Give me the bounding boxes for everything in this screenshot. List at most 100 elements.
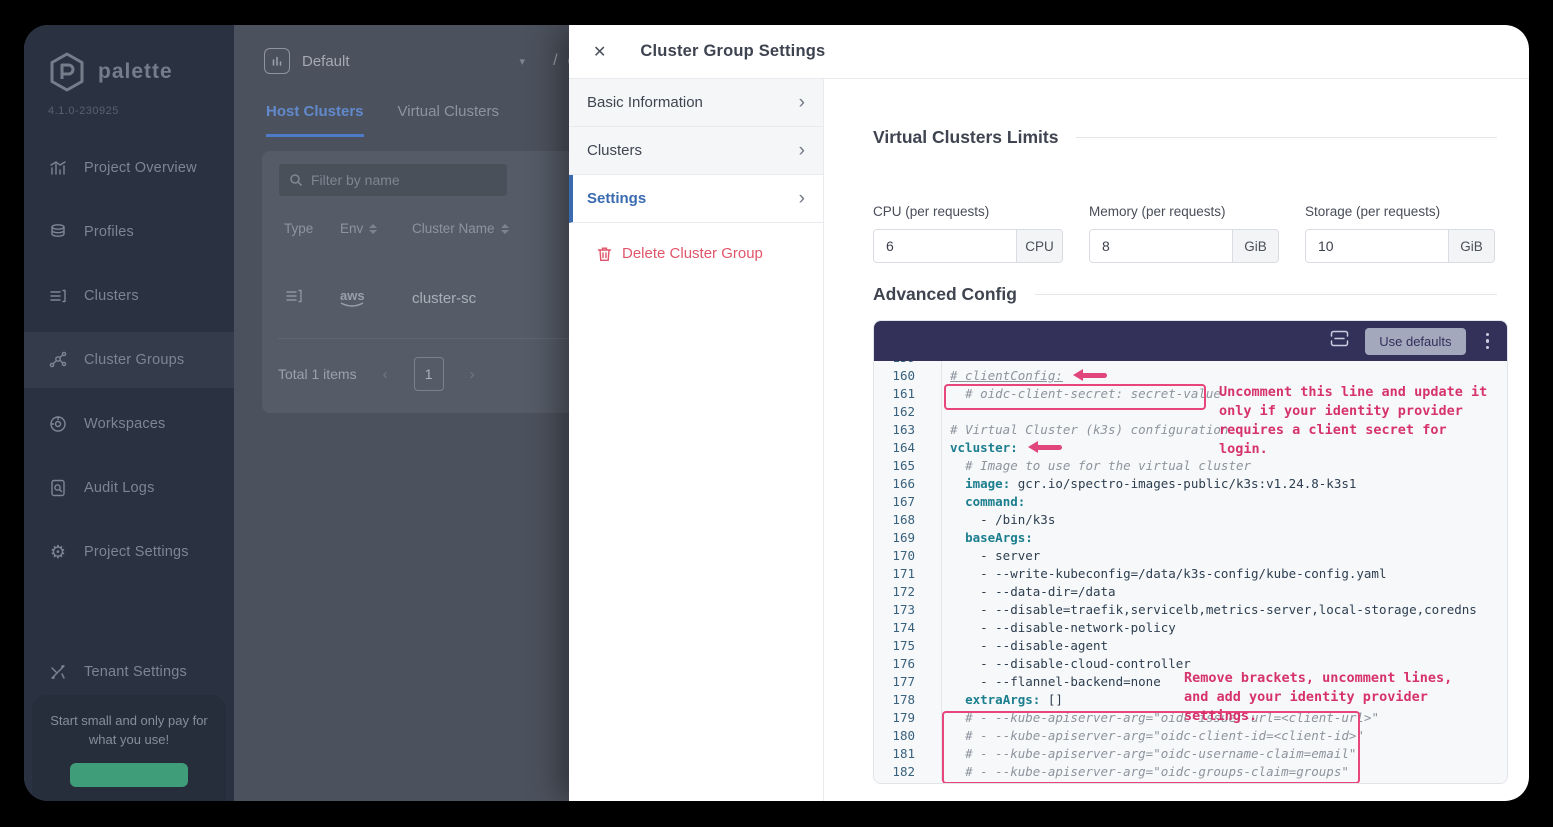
code-line-168: 168 - /bin/k3s	[874, 511, 1507, 529]
split-view-icon[interactable]	[1330, 330, 1349, 352]
code-line-172: 172 - --data-dir=/data	[874, 583, 1507, 601]
chart-icon	[48, 158, 68, 178]
next-page-icon[interactable]: ›	[470, 366, 475, 383]
field-cpu: CPU (per requests) CPU	[873, 204, 1063, 263]
promo-text: Start small and only pay for what you us…	[46, 711, 212, 749]
page-number[interactable]: 1	[414, 357, 444, 391]
total-items: Total 1 items	[278, 366, 357, 382]
project-icon	[264, 48, 290, 74]
modal-title: Cluster Group Settings	[640, 42, 825, 61]
search-icon	[289, 173, 303, 187]
line-number: 174	[874, 619, 942, 637]
field-label: Memory (per requests)	[1089, 204, 1279, 219]
col-env[interactable]: Env	[340, 221, 412, 236]
sidebar-item-profiles[interactable]: Profiles	[24, 204, 234, 260]
unit-label: GiB	[1232, 230, 1278, 262]
close-icon[interactable]	[593, 42, 606, 62]
unit-label: GiB	[1448, 230, 1494, 262]
layers-icon	[48, 222, 68, 242]
line-number: 178	[874, 691, 942, 709]
cpu-input[interactable]	[874, 230, 1016, 262]
pink-arrow-icon	[1073, 369, 1109, 381]
logo: palette	[46, 51, 173, 93]
sidebar-item-workspaces[interactable]: Workspaces	[24, 396, 234, 452]
tab-host-clusters[interactable]: Host Clusters	[266, 103, 364, 137]
cluster-type-icon	[278, 286, 340, 311]
code-line-166: 166 image: gcr.io/spectro-images-public/…	[874, 475, 1507, 493]
code-line-180: 180 # - --kube-apiserver-arg="oidc-clien…	[874, 727, 1507, 745]
sidebar-item-label: Workspaces	[84, 416, 166, 432]
chevron-right-icon	[799, 140, 805, 162]
col-type[interactable]: Type	[278, 221, 340, 236]
limit-fields: CPU (per requests) CPU Memory (per request…	[873, 204, 1497, 263]
prev-page-icon[interactable]: ‹	[383, 366, 388, 383]
memory-input[interactable]	[1090, 230, 1232, 262]
unit-label: CPU	[1016, 230, 1062, 262]
chevron-right-icon	[799, 92, 805, 114]
kebab-menu-icon[interactable]	[1482, 331, 1494, 352]
divider	[1035, 294, 1497, 295]
line-number: 161	[874, 385, 942, 403]
line-number: 160	[874, 367, 942, 385]
tab-virtual-clusters[interactable]: Virtual Clusters	[398, 103, 499, 137]
gear-icon: ⚙	[48, 542, 68, 562]
limits-heading: Virtual Clusters Limits	[873, 127, 1058, 148]
upgrade-button[interactable]	[70, 763, 188, 787]
use-defaults-button[interactable]: Use defaults	[1365, 328, 1465, 355]
sidebar-item-label: Project Settings	[84, 544, 189, 560]
col-cluster-name[interactable]: Cluster Name	[412, 221, 530, 236]
sidebar-item-clusters[interactable]: Clusters	[24, 268, 234, 324]
app-name: palette	[98, 60, 173, 84]
line-number: 171	[874, 565, 942, 583]
field-label: Storage (per requests)	[1305, 204, 1495, 219]
storage-input[interactable]	[1306, 230, 1448, 262]
editor-toolbar: Use defaults	[874, 321, 1507, 361]
line-number: 166	[874, 475, 942, 493]
line-number: 177	[874, 673, 942, 691]
sidebar-menu: Project Overview Profiles Clusters Cluster …	[24, 140, 234, 708]
sidebar-item-audit-logs[interactable]: Audit Logs	[24, 460, 234, 516]
annotation-client-secret: Uncomment this line and update it only i…	[1219, 383, 1501, 459]
trash-icon	[597, 246, 612, 262]
sort-icon	[501, 224, 509, 234]
nav-item-label: Settings	[587, 190, 646, 207]
sidebar-item-project-settings[interactable]: ⚙ Project Settings	[24, 524, 234, 580]
code-line-173: 173 - --disable=traefik,servicelb,metric…	[874, 601, 1507, 619]
modal-nav-items: Basic Information Clusters Settings	[569, 79, 823, 223]
modal-nav: Basic Information Clusters Settings Delete…	[569, 79, 824, 801]
pink-arrow-icon	[1028, 441, 1064, 453]
line-number: 163	[874, 421, 942, 439]
project-selector[interactable]: Default	[264, 48, 350, 74]
aws-logo-icon: aws	[340, 289, 412, 308]
app-window: palette 4.1.0-230925 Project OverviewPro…	[24, 25, 1529, 801]
code-line-165: 165 # Image to use for the virtual clust…	[874, 457, 1507, 475]
modal-nav-clusters[interactable]: Clusters	[569, 127, 823, 175]
delete-cluster-group-button[interactable]: Delete Cluster Group	[569, 245, 823, 262]
sidebar-item-cluster-groups[interactable]: Cluster Groups	[24, 332, 234, 388]
project-name: Default	[302, 53, 350, 70]
sidebar-item-label: Audit Logs	[84, 480, 155, 496]
code-line-174: 174 - --disable-network-policy	[874, 619, 1507, 637]
palette-logo-icon	[46, 51, 88, 93]
settings-content: Virtual Clusters Limits CPU (per request…	[824, 79, 1529, 801]
nav-item-label: Basic Information	[587, 94, 703, 111]
chevron-down-icon[interactable]: ▾	[520, 55, 526, 68]
field-memory: Memory (per requests) GiB	[1089, 204, 1279, 263]
list-icon	[48, 286, 68, 306]
breadcrumb-separator: /	[553, 52, 557, 70]
code-area[interactable]: 159160# clientConfig:161 # oidc-client-s…	[874, 361, 1507, 783]
modal-nav-basic-information[interactable]: Basic Information	[569, 79, 823, 127]
modal-nav-settings[interactable]: Settings	[569, 175, 823, 223]
line-number: 175	[874, 637, 942, 655]
sidebar-item-project-overview[interactable]: Project Overview	[24, 140, 234, 196]
filter-input[interactable]: Filter by name	[278, 163, 508, 197]
sidebar-item-tenant-settings[interactable]: Tenant Settings	[24, 644, 234, 700]
code-line-181: 181 # - --kube-apiserver-arg="oidc-usern…	[874, 745, 1507, 763]
cluster-group-settings-modal: Cluster Group Settings Basic Information…	[569, 25, 1529, 801]
code-line-175: 175 - --disable-agent	[874, 637, 1507, 655]
line-number: 170	[874, 547, 942, 565]
promo-panel: Start small and only pay for what you us…	[32, 695, 226, 801]
field-storage: Storage (per requests) GiB	[1305, 204, 1495, 263]
line-number: 173	[874, 601, 942, 619]
field-label: CPU (per requests)	[873, 204, 1063, 219]
